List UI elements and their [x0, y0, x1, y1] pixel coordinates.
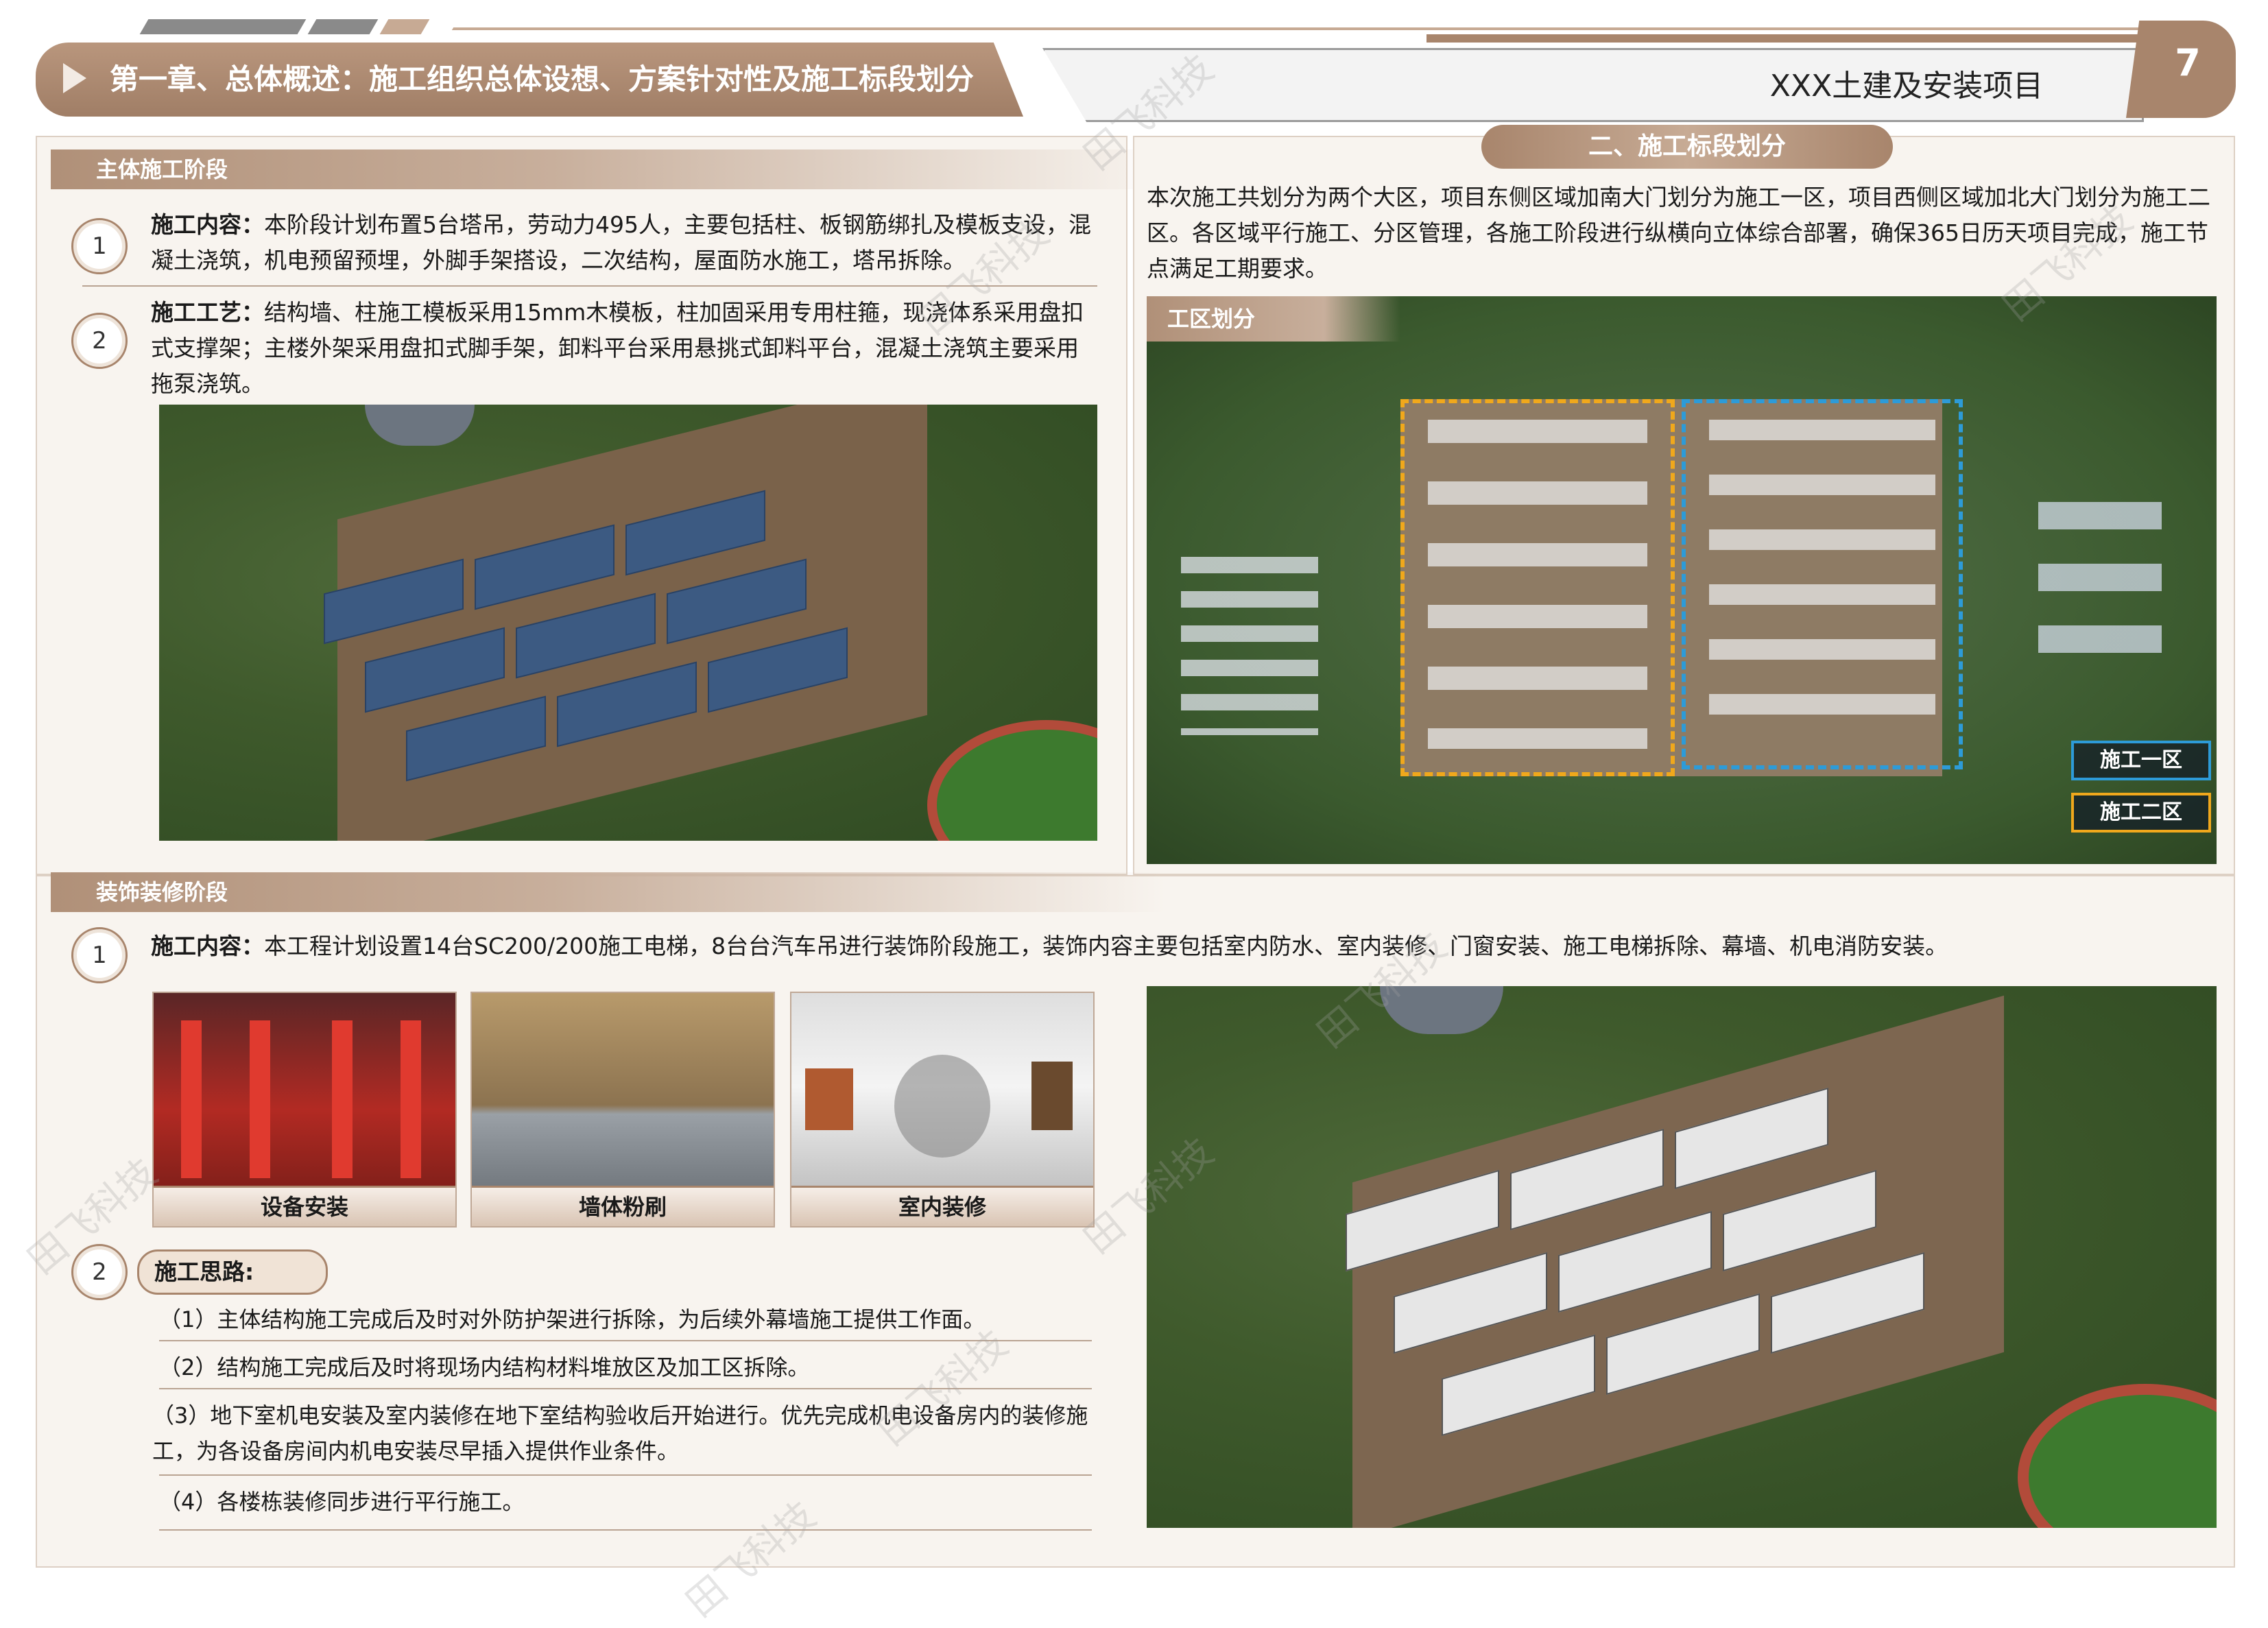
page-title: 第一章、总体概述：施工组织总体设想、方案针对性及施工标段划分 — [110, 62, 975, 96]
main-stage-title: 主体施工阶段 — [51, 149, 1166, 189]
thumb-equipment: 设备安装 — [152, 992, 457, 1228]
item-number: 1 — [71, 927, 128, 983]
item-label: 施工工艺： — [151, 299, 264, 326]
page-number: 7 — [2175, 41, 2201, 84]
divider — [159, 1529, 1092, 1531]
aerial-render-decoration-stage — [1147, 986, 2217, 1528]
idea-line: （1）主体结构施工完成后及时对外防护架进行拆除，为后续外幕墙施工提供工作面。 — [159, 1306, 986, 1332]
item-number: 2 — [71, 313, 128, 369]
item-label: 施工内容： — [151, 211, 264, 238]
thumb-caption: 墙体粉刷 — [472, 1186, 774, 1226]
header-decor-line — [451, 27, 2155, 30]
aerial-render-main-stage — [159, 405, 1097, 841]
item-text: 本工程计划设置14台SC200/200施工电梯，8台台汽车吊进行装饰阶段施工，装… — [264, 933, 1948, 959]
header-decor-bar — [1427, 34, 2140, 43]
thumb-wall-plaster: 墙体粉刷 — [470, 992, 775, 1228]
idea-line: （4）各楼栋装修同步进行平行施工。 — [159, 1489, 525, 1515]
map-tag: 工区划分 — [1147, 296, 1400, 342]
zone-map-image — [1147, 296, 2217, 864]
item-label: 施工内容： — [151, 933, 264, 959]
item-number: 1 — [71, 218, 128, 274]
ideas-label: 施工思路: — [137, 1249, 328, 1295]
thumb-interior: 室内装修 — [790, 992, 1095, 1228]
play-arrow-icon — [63, 63, 86, 93]
zone1-label: 施工一区 — [2071, 741, 2211, 780]
divider — [159, 1474, 1092, 1476]
thumb-caption: 室内装修 — [791, 1186, 1093, 1226]
project-name: XXX土建及安装项目 — [1769, 69, 2044, 104]
decoration-stage-title: 装饰装修阶段 — [51, 872, 1166, 912]
section-division-title: 二、施工标段划分 — [1481, 125, 1893, 169]
thumb-caption: 设备安装 — [154, 1186, 455, 1226]
zone2-label: 施工二区 — [2071, 793, 2211, 833]
decoration-content: 施工内容：本工程计划设置14台SC200/200施工电梯，8台台汽车吊进行装饰阶… — [151, 929, 2140, 964]
